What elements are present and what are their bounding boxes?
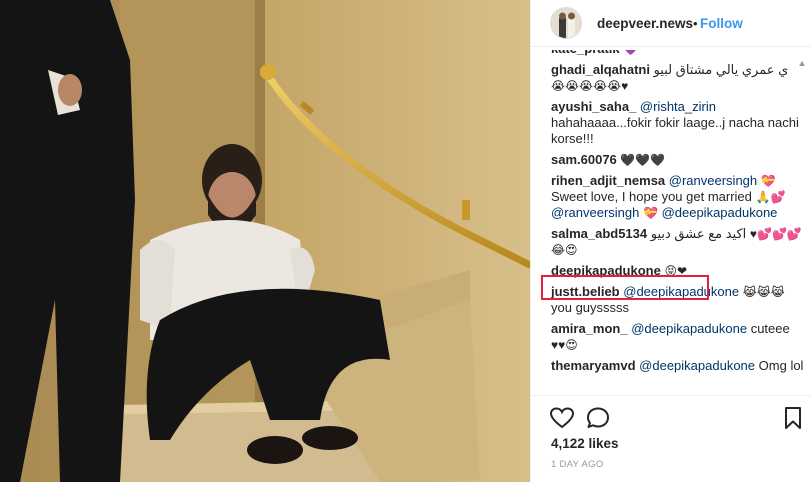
comment-username[interactable]: kate_pratik: [551, 50, 620, 56]
comment-item: amira_mon_ @deepikapadukone cuteee ♥♥😍: [551, 321, 804, 353]
comment-emoji: 😹😹😹: [742, 285, 785, 299]
comment-mention[interactable]: @ranveersingh: [551, 205, 639, 220]
comment-text: hahahaaaa...fokir fokir laage..j nacha n…: [551, 115, 799, 146]
comment-emoji: 💜: [623, 50, 638, 56]
speech-bubble-icon[interactable]: [585, 406, 611, 430]
comment-text: اكيد مع عشق دبيو: [650, 226, 747, 241]
avatar-image-icon: [551, 8, 581, 38]
comment-emoji: ♥♥😍: [551, 338, 578, 352]
comment-item: ghadi_alqahatni ي عمري يالي مشتاق لبيو 😭…: [551, 62, 804, 94]
comment-text: Omg lol: [758, 358, 804, 373]
likes-count[interactable]: 4,122 likes: [551, 436, 619, 451]
comment-item: ayushi_saha_ @rishta_zirin hahahaaaa...f…: [551, 99, 804, 147]
comment-mention[interactable]: @deepikapadukone: [631, 321, 747, 336]
comment-username[interactable]: amira_mon_: [551, 321, 628, 336]
comment-text: ي عمري يالي مشتاق لبيو: [653, 62, 789, 77]
comment-mention[interactable]: @deepikapadukone: [639, 358, 755, 373]
bookmark-icon[interactable]: [783, 406, 803, 430]
comment-mention[interactable]: @ranveersingh: [669, 173, 757, 188]
comment-emoji: 💝: [642, 206, 658, 220]
avatar[interactable]: [550, 7, 582, 39]
post-sidebar: deepveer.news • Follow kate_pratik 💜 gha…: [530, 0, 811, 482]
heart-outline-icon[interactable]: [549, 406, 575, 430]
comment-username[interactable]: themaryamvd: [551, 358, 636, 373]
comment-emoji: 🙏💕: [755, 190, 786, 204]
highlight-box: [541, 275, 709, 300]
post-username[interactable]: deepveer.news: [597, 16, 693, 31]
comment-mention[interactable]: @deepikapadukone: [662, 205, 778, 220]
comment-text: cuteee: [750, 321, 790, 336]
post-photo: [0, 0, 530, 482]
comment-item: rihen_adjit_nemsa @ranveersingh 💝 Sweet …: [551, 173, 804, 221]
separator-dot: •: [693, 16, 698, 31]
comment-text: you guysssss: [551, 300, 630, 315]
comment-emoji: 😭😭😭😭😭♥: [551, 79, 629, 93]
comments-list[interactable]: kate_pratik 💜 ghadi_alqahatni ي عمري يال…: [551, 50, 804, 394]
post-header: deepveer.news • Follow: [531, 0, 811, 47]
comment-username[interactable]: rihen_adjit_nemsa: [551, 173, 665, 188]
comment-emoji: 🖤🖤🖤: [620, 153, 666, 167]
comment-item: themaryamvd @deepikapadukone Omg lol: [551, 358, 804, 374]
post-actions: [531, 395, 811, 436]
scroll-up-icon[interactable]: [798, 60, 806, 68]
comment-username[interactable]: salma_abd5134: [551, 226, 647, 241]
comment-emoji: 💝: [760, 174, 776, 188]
post-timestamp: 1 DAY AGO: [551, 459, 604, 470]
comment-item: kate_pratik 💜: [551, 50, 804, 57]
comment-item: salma_abd5134 اكيد مع عشق دبيو ♥💕💕💕😂😍: [551, 226, 804, 258]
follow-button[interactable]: Follow: [700, 16, 743, 31]
comment-username[interactable]: ayushi_saha_: [551, 99, 636, 114]
comment-mention[interactable]: @rishta_zirin: [640, 99, 716, 114]
comment-username[interactable]: sam.60076: [551, 152, 617, 167]
comment-username[interactable]: ghadi_alqahatni: [551, 62, 650, 77]
comment-text: Sweet love, I hope you get married: [551, 189, 752, 204]
photo-illustration: [0, 0, 530, 482]
comment-item: sam.60076 🖤🖤🖤: [551, 152, 804, 168]
